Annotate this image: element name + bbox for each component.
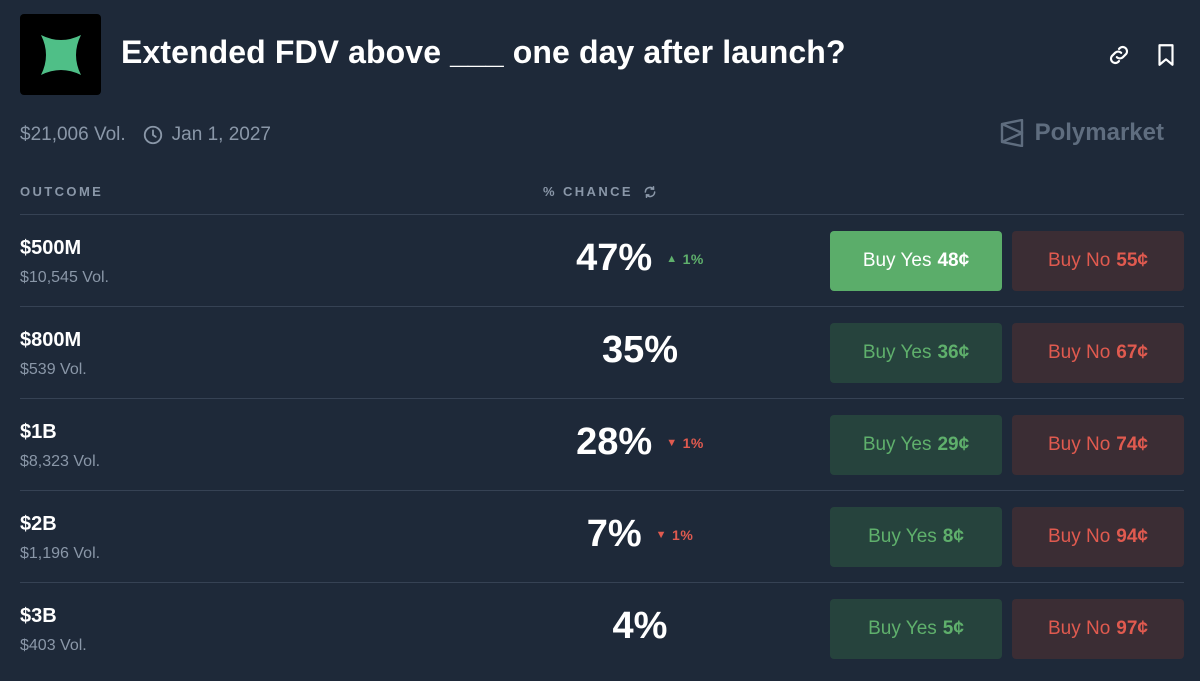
chance-value: 7%	[586, 513, 642, 555]
chance-delta-value: 1%	[682, 434, 704, 451]
triangle-up-icon: ▲	[666, 252, 678, 265]
chance-value: 47%	[576, 237, 653, 279]
buy-yes-button[interactable]: Buy Yes 29¢	[830, 415, 1002, 475]
buy-no-price: 97¢	[1116, 618, 1148, 639]
chance-column-header: % CHANCE	[543, 184, 657, 199]
buy-yes-button[interactable]: Buy Yes 48¢	[830, 231, 1002, 291]
buy-yes-button[interactable]: Buy Yes 8¢	[830, 507, 1002, 567]
outcome-volume: $1,196 Vol.	[20, 545, 101, 562]
buy-yes-price: 29¢	[937, 434, 970, 455]
buy-yes-button[interactable]: Buy Yes 36¢	[830, 323, 1002, 383]
buy-yes-button[interactable]: Buy Yes 5¢	[830, 599, 1002, 659]
buy-no-label: Buy No	[1047, 342, 1111, 363]
buy-yes-price: 48¢	[937, 250, 970, 271]
bookmark-icon[interactable]	[1153, 42, 1179, 68]
chance-delta: ▼ 1%	[666, 435, 704, 451]
chance-cell: 47% ▲ 1%	[520, 237, 760, 280]
buy-yes-price: 8¢	[942, 526, 964, 547]
buy-no-price: 55¢	[1116, 250, 1148, 271]
buy-yes-label: Buy Yes	[862, 250, 932, 271]
chance-value: 28%	[576, 421, 653, 463]
outcome-name: $1B	[20, 421, 57, 443]
buy-yes-label: Buy Yes	[868, 618, 937, 639]
outcome-row[interactable]: $800M $539 Vol. 35% Buy Yes 36¢ Buy No 67¢	[20, 307, 1184, 399]
buy-no-label: Buy No	[1047, 434, 1111, 455]
buy-yes-label: Buy Yes	[862, 342, 932, 363]
chance-column-label: % CHANCE	[543, 184, 633, 199]
chance-cell: 28% ▼ 1%	[520, 421, 760, 464]
buy-no-label: Buy No	[1047, 250, 1111, 271]
link-icon[interactable]	[1106, 42, 1132, 68]
buy-yes-price: 5¢	[942, 618, 964, 639]
outcome-name: $3B	[20, 605, 57, 627]
buy-no-label: Buy No	[1047, 526, 1111, 547]
buy-no-price: 74¢	[1116, 434, 1148, 455]
outcome-volume: $539 Vol.	[20, 361, 87, 378]
buy-no-label: Buy No	[1047, 618, 1111, 639]
refresh-icon[interactable]	[643, 185, 657, 199]
buy-no-price: 94¢	[1116, 526, 1148, 547]
polymarket-brand[interactable]: Polymarket	[999, 119, 1164, 147]
chance-delta: ▼ 1%	[656, 527, 694, 543]
outcome-row[interactable]: $3B $403 Vol. 4% Buy Yes 5¢ Buy No 97¢	[20, 583, 1184, 675]
outcome-volume: $403 Vol.	[20, 637, 87, 654]
clock-icon	[142, 124, 164, 146]
chance-value: 4%	[612, 605, 668, 647]
chance-cell: 35%	[520, 329, 760, 372]
market-title: Extended FDV above ___ one day after lau…	[121, 34, 846, 70]
outcome-row[interactable]: $1B $8,323 Vol. 28% ▼ 1% Buy Yes 29¢ Buy No 74¢	[20, 399, 1184, 491]
extended-star-logo	[20, 14, 101, 95]
total-volume: $21,006 Vol.	[20, 124, 126, 145]
buy-no-button[interactable]: Buy No 97¢	[1012, 599, 1184, 659]
market-header: Extended FDV above ___ one day after lau…	[20, 14, 1180, 95]
brand-name: Polymarket	[1034, 119, 1164, 146]
buy-no-button[interactable]: Buy No 74¢	[1012, 415, 1184, 475]
outcome-row[interactable]: $500M $10,545 Vol. 47% ▲ 1% Buy Yes 48¢ Buy No 5…	[20, 215, 1184, 307]
outcome-volume: $10,545 Vol.	[20, 269, 109, 286]
chance-cell: 4%	[520, 605, 760, 648]
triangle-down-icon: ▼	[655, 528, 668, 541]
polymarket-logo-icon	[1000, 119, 1023, 147]
outcome-volume: $8,323 Vol.	[20, 453, 101, 470]
buy-no-button[interactable]: Buy No 55¢	[1012, 231, 1184, 291]
chance-delta-value: 1%	[672, 526, 694, 543]
outcome-name: $500M	[20, 237, 82, 259]
market-meta: $21,006 Vol. Jan 1, 2027	[20, 122, 271, 148]
chance-delta-value: 1%	[682, 250, 704, 267]
outcome-name: $800M	[20, 329, 82, 351]
outcome-name: $2B	[20, 513, 57, 535]
buy-no-button[interactable]: Buy No 67¢	[1012, 323, 1184, 383]
outcome-row[interactable]: $2B $1,196 Vol. 7% ▼ 1% Buy Yes 8¢ Buy No 94¢	[20, 491, 1184, 583]
chance-cell: 7% ▼ 1%	[520, 513, 760, 556]
triangle-down-icon: ▼	[666, 436, 678, 449]
buy-yes-price: 36¢	[937, 342, 970, 363]
chance-value: 35%	[601, 329, 679, 371]
end-date: Jan 1, 2027	[171, 124, 271, 145]
buy-no-price: 67¢	[1116, 342, 1148, 363]
outcome-column-header: OUTCOME	[20, 184, 104, 199]
buy-yes-label: Buy Yes	[862, 434, 932, 455]
buy-no-button[interactable]: Buy No 94¢	[1012, 507, 1184, 567]
buy-yes-label: Buy Yes	[868, 526, 937, 547]
chance-delta: ▲ 1%	[666, 251, 704, 267]
